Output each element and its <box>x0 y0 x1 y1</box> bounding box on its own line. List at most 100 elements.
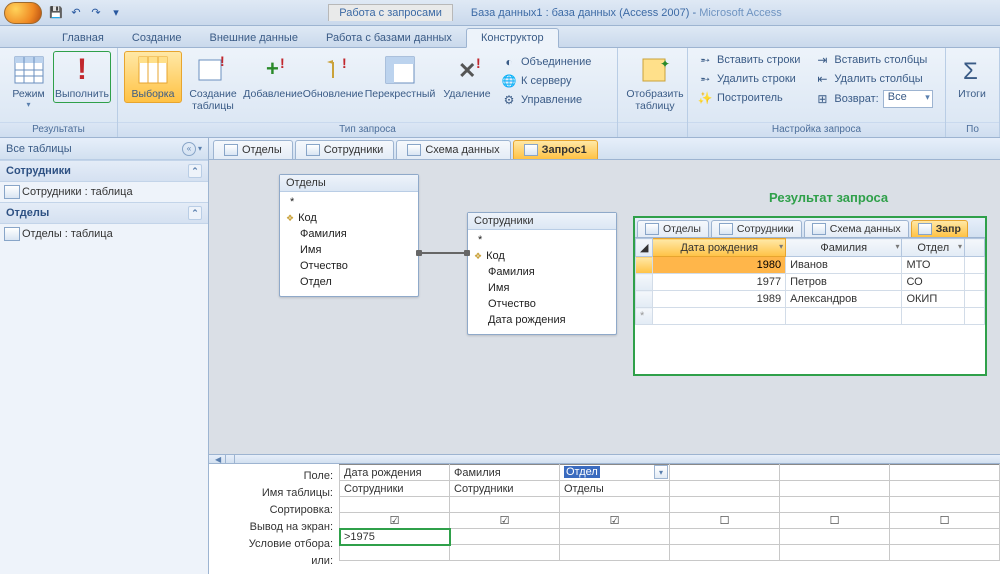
cell[interactable]: 1989 <box>653 291 786 308</box>
qbe-cell[interactable] <box>890 497 1000 513</box>
update-button[interactable]: ! Обновление <box>304 51 362 103</box>
cell[interactable]: Петров <box>786 274 902 291</box>
qbe-cell[interactable] <box>670 497 780 513</box>
join-line[interactable] <box>419 252 467 254</box>
navpane-header[interactable]: Все таблицы « ▾ <box>0 138 208 160</box>
field-item[interactable]: Отчество <box>286 258 412 274</box>
cell[interactable]: МТО <box>902 257 965 274</box>
field-item[interactable]: Фамилия <box>474 264 610 280</box>
doctab-zapros1[interactable]: Запрос1 <box>513 140 598 159</box>
qbe-show-checkbox[interactable]: ☑ <box>340 513 450 529</box>
delete-query-button[interactable]: ✕! Удаление <box>438 51 496 103</box>
delete-rows-button[interactable]: ➵Удалить строки <box>694 70 803 88</box>
rtab-sotrudniki[interactable]: Сотрудники <box>711 220 802 237</box>
office-button[interactable] <box>4 2 42 24</box>
tab-create[interactable]: Создание <box>118 29 196 47</box>
totals-button[interactable]: Σ Итоги <box>952 51 992 103</box>
cell[interactable]: 1977 <box>653 274 786 291</box>
qbe-show-checkbox[interactable]: ☐ <box>890 513 1000 529</box>
field-item[interactable]: Имя <box>474 280 610 296</box>
qbe-cell[interactable]: Фамилия <box>450 465 560 481</box>
qbe-show-checkbox[interactable]: ☑ <box>450 513 560 529</box>
query-design-surface[interactable]: Отделы * Код Фамилия Имя Отчество Отдел … <box>209 160 1000 454</box>
select-query-button[interactable]: Выборка <box>124 51 182 103</box>
qbe-criteria-cell[interactable]: >1975 <box>340 529 450 545</box>
qbe-cell[interactable] <box>780 481 890 497</box>
builder-button[interactable]: ✨Построитель <box>694 89 803 107</box>
collapse-group-icon[interactable]: ⌃ <box>188 164 202 178</box>
showtable-button[interactable]: ✦ Отобразить таблицу <box>624 51 686 115</box>
qbe-cell[interactable] <box>560 497 670 513</box>
qat-more-icon[interactable]: ▾ <box>108 5 124 21</box>
field-star[interactable]: * <box>474 232 610 248</box>
cell[interactable]: ОКИП <box>902 291 965 308</box>
tab-design[interactable]: Конструктор <box>466 28 559 48</box>
crosstab-button[interactable]: Перекрестный <box>364 51 436 103</box>
qbe-cell[interactable] <box>780 529 890 545</box>
rtab-zapros[interactable]: Запр <box>911 220 968 237</box>
col-header[interactable]: Фамилия▾ <box>786 239 902 257</box>
qbe-cell[interactable] <box>890 529 1000 545</box>
qbe-cell[interactable] <box>670 529 780 545</box>
qbe-cell[interactable] <box>670 545 780 561</box>
qbe-cell[interactable] <box>450 529 560 545</box>
qbe-cell[interactable] <box>670 481 780 497</box>
undo-icon[interactable]: ↶ <box>68 5 84 21</box>
field-star[interactable]: * <box>286 194 412 210</box>
cell[interactable]: Александров <box>786 291 902 308</box>
field-item[interactable]: Отчество <box>474 296 610 312</box>
row-selector[interactable] <box>636 291 653 308</box>
run-button[interactable]: ! Выполнить <box>53 51 111 103</box>
append-button[interactable]: +! Добавление <box>244 51 302 103</box>
field-pk[interactable]: Код <box>286 210 412 226</box>
field-item[interactable]: Фамилия <box>286 226 412 242</box>
qbe-cell[interactable] <box>450 545 560 561</box>
dropdown-icon[interactable]: ▾ <box>654 465 668 479</box>
row-selector-header[interactable]: ◢ <box>636 239 653 257</box>
qbe-cell[interactable] <box>890 481 1000 497</box>
row-selector[interactable] <box>636 257 653 274</box>
table-field-list-otdely[interactable]: Отделы * Код Фамилия Имя Отчество Отдел <box>279 174 419 297</box>
qbe-cell[interactable] <box>560 529 670 545</box>
pane-splitter[interactable]: ◀ <box>209 454 1000 464</box>
qbe-cell[interactable]: Отдел▾ <box>560 465 670 481</box>
collapse-icon[interactable]: « <box>182 142 196 156</box>
delete-cols-button[interactable]: ⇤Удалить столбцы <box>811 70 935 88</box>
qbe-cell[interactable] <box>670 465 780 481</box>
qbe-cell[interactable] <box>780 465 890 481</box>
view-button[interactable]: Режим ▾ <box>6 51 51 112</box>
navitem-sotrudniki-table[interactable]: Сотрудники : таблица <box>0 182 208 202</box>
insert-cols-button[interactable]: ⇥Вставить столбцы <box>811 51 935 69</box>
col-header[interactable]: Отдел▾ <box>902 239 965 257</box>
qbe-table[interactable]: Дата рождения Фамилия Отдел▾ Сотрудники … <box>339 464 1000 561</box>
field-item[interactable]: Дата рождения <box>474 312 610 328</box>
field-item[interactable]: Имя <box>286 242 412 258</box>
cell[interactable]: СО <box>902 274 965 291</box>
tab-home[interactable]: Главная <box>48 29 118 47</box>
rtab-otdely[interactable]: Отделы <box>637 220 709 237</box>
navgroup-otdely[interactable]: Отделы⌃ <box>0 202 208 224</box>
qbe-cell[interactable] <box>340 545 450 561</box>
datadef-button[interactable]: ⚙Управление <box>498 91 594 109</box>
col-header-empty[interactable] <box>965 239 985 257</box>
tab-external[interactable]: Внешние данные <box>196 29 312 47</box>
rtab-schema[interactable]: Схема данных <box>804 220 909 237</box>
chevron-down-icon[interactable]: ▾ <box>198 144 202 153</box>
navitem-otdely-table[interactable]: Отделы : таблица <box>0 224 208 244</box>
field-pk[interactable]: Код <box>474 248 610 264</box>
qbe-show-checkbox[interactable]: ☑ <box>560 513 670 529</box>
qbe-cell[interactable] <box>340 497 450 513</box>
cell[interactable]: Иванов <box>786 257 902 274</box>
doctab-schema[interactable]: Схема данных <box>396 140 510 159</box>
tab-dbtools[interactable]: Работа с базами данных <box>312 29 466 47</box>
collapse-group-icon[interactable]: ⌃ <box>188 206 202 220</box>
table-field-list-sotrudniki[interactable]: Сотрудники * Код Фамилия Имя Отчество Да… <box>467 212 617 335</box>
return-combo[interactable]: Все <box>883 90 933 108</box>
qbe-cell[interactable] <box>890 465 1000 481</box>
doctab-sotrudniki[interactable]: Сотрудники <box>295 140 395 159</box>
row-selector[interactable] <box>636 274 653 291</box>
redo-icon[interactable]: ↷ <box>88 5 104 21</box>
doctab-otdely[interactable]: Отделы <box>213 140 293 159</box>
new-row-selector[interactable]: * <box>636 308 653 325</box>
qbe-cell[interactable]: Дата рождения <box>340 465 450 481</box>
